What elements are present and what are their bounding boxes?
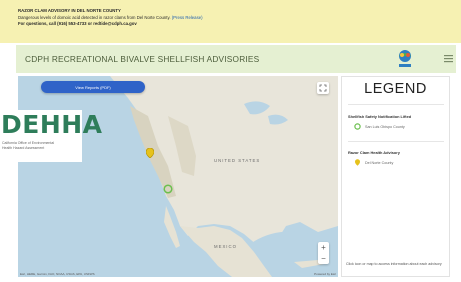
map-label-mexico: MEXICO (214, 244, 237, 249)
map-label-united-states: UNITED STATES (214, 158, 261, 163)
legend-panel: LEGEND Shellfish Safety Notification Lif… (341, 76, 450, 277)
menu-icon[interactable] (444, 54, 453, 63)
advisory-detail: Dangerous levels of domoic acid detected… (18, 15, 461, 22)
map-attribution: Esri, HERE, Garmin, FAO, NOAA, USGS, EPA… (20, 272, 95, 276)
legend-item-del-norte[interactable]: Del Norte County (354, 159, 393, 166)
legend-divider (348, 104, 444, 105)
oehha-logo-wordmark: DEHHA (1, 110, 103, 139)
map-terrain (110, 76, 338, 277)
title-bar: CDPH RECREATIONAL BIVALVE SHELLFISH ADVI… (16, 45, 456, 73)
oehha-logo: DEHHA California Office of Environmental… (0, 110, 102, 162)
esri-credit[interactable]: Powered by Esri (314, 272, 336, 276)
advisory-banner: RAZOR CLAM ADVISORY IN DEL NORTE COUNTY … (0, 0, 461, 43)
legend-item-san-luis-obispo[interactable]: San Luis Obispo County (354, 123, 405, 130)
yellow-pin-icon (355, 159, 360, 166)
legend-item-label: Del Norte County (365, 160, 394, 165)
view-reports-button[interactable]: View Reports (PDF) (41, 81, 145, 93)
del-norte-advisory-marker[interactable] (146, 148, 154, 158)
legend-section-razor-clam: Razor Clam Health Advisory (348, 150, 400, 155)
advisory-detail-text: Dangerous levels of domoic acid detected… (18, 14, 171, 20)
press-release-link[interactable]: (Press Release) (172, 15, 203, 20)
zoom-control: + − (318, 242, 329, 264)
legend-title: LEGEND (364, 81, 427, 97)
san-luis-obispo-marker[interactable] (163, 184, 173, 194)
oehha-tagline-line2: Health Hazard Assessment (2, 146, 45, 150)
green-circle-icon (354, 123, 361, 130)
advisory-headline: RAZOR CLAM ADVISORY IN DEL NORTE COUNTY (18, 8, 121, 13)
advisory-contact: For questions, call (916) 553-4733 or re… (18, 21, 137, 27)
page-title: CDPH RECREATIONAL BIVALVE SHELLFISH ADVI… (25, 54, 260, 64)
oehha-logo-tagline: California Office of Environmental Healt… (2, 141, 54, 151)
legend-item-label: San Luis Obispo County (365, 124, 405, 129)
legend-divider (348, 141, 444, 142)
fullscreen-button[interactable] (317, 82, 329, 94)
legend-section-lifted: Shellfish Safety Notification Lifted (348, 114, 412, 119)
zoom-out-button[interactable]: − (318, 253, 329, 264)
advisory-map[interactable]: View Reports (PDF) UNITED STATES MEXICO … (18, 76, 338, 277)
zoom-in-button[interactable]: + (318, 242, 329, 253)
ca-shellfish-logo-icon (399, 50, 411, 67)
legend-note: Click icon or map to access information … (346, 262, 442, 266)
